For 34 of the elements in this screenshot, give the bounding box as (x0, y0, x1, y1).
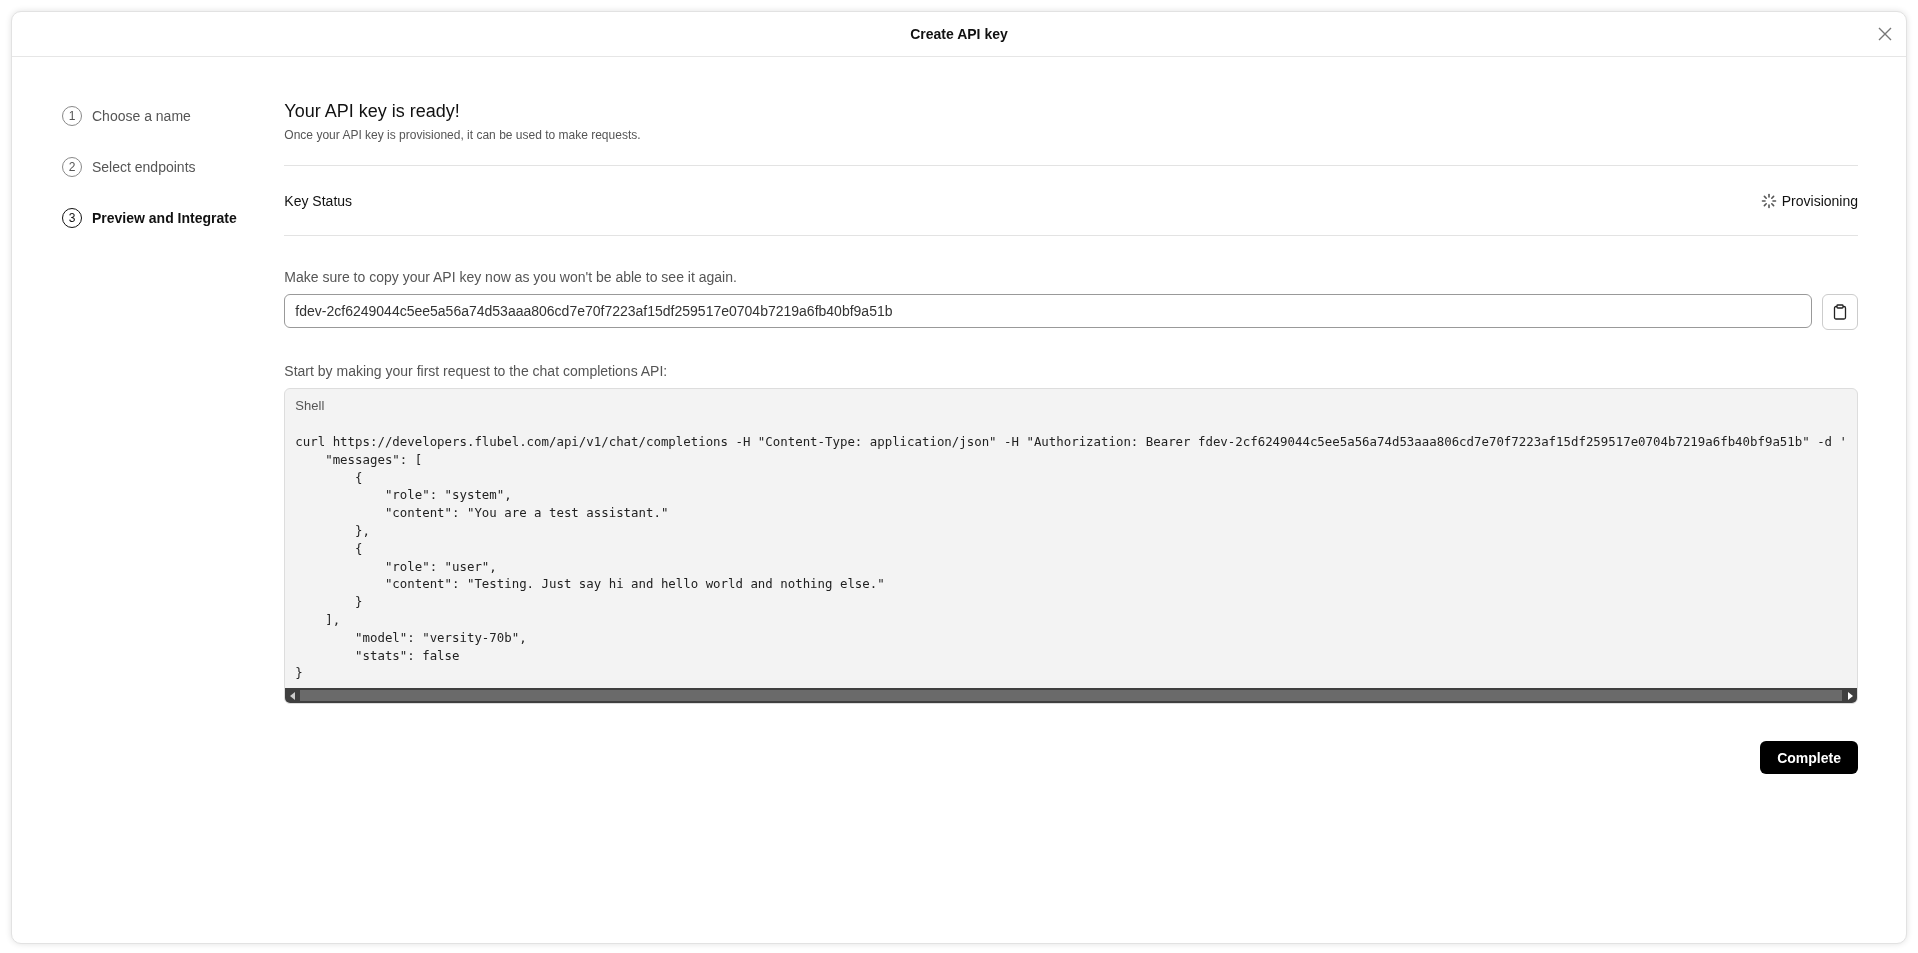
clipboard-icon[interactable] (1822, 294, 1858, 330)
step-label: Select endpoints (92, 159, 196, 175)
code-line: "model": "versity-70b", (354, 628, 528, 647)
code-line: } (295, 664, 304, 683)
code-line: "content": "You are a test assistant." (383, 504, 670, 522)
step-item[interactable]: 2 Select endpoints (62, 157, 285, 177)
horizontal-scrollbar[interactable] (285, 688, 1857, 704)
code-language: Shell (294, 397, 326, 413)
code-line: "role": "user", (383, 557, 498, 576)
key-field-label: Make sure to copy your API key now as you won't be able to see it again. (284, 269, 738, 285)
code-section-label: Start by making your first request to the chat completions API: (284, 363, 669, 379)
code-line: "role": "system", (383, 486, 513, 505)
code-line: "content": "Testing. Just say hi and hello world and nothing else." (383, 575, 886, 594)
api-key-field[interactable]: fdev-2cf6249044c5ee5a56a74d53aaa806cd7e70f7223af15df259517e0704b7219a6fb40bf9a51b (284, 294, 1812, 328)
key-status-label: Key Status (284, 192, 353, 209)
dialog-title: Create API key (910, 26, 1008, 42)
close-icon[interactable] (1876, 25, 1894, 43)
code-line: curl https://developers.flubel.com/api/v1/chat/completions -H "Content-Type: application/json" -H "Authorization: Bearer fdev-2cf6249044c5ee5a56a74d53aaa806cd7e70f7223af15df259517e0704b7219a6fb40bf9a51b" -d ' (295, 433, 1847, 451)
heading: Your API key is ready! (284, 101, 461, 122)
key-status-value: Provisioning (1781, 192, 1858, 209)
code-line: { (354, 468, 364, 487)
spinner-icon (1760, 192, 1777, 209)
code-line: }, (354, 522, 371, 540)
subheading: Once your API key is provisioned, it can be used to make requests. (284, 128, 642, 142)
step-item[interactable]: 1 Choose a name (62, 106, 285, 126)
step-label: Preview and Integrate (92, 210, 237, 226)
code-line: "stats": false (354, 646, 461, 665)
code-line: ], (324, 610, 342, 629)
code-line: "messages": [ (324, 450, 424, 469)
step-label: Choose a name (92, 108, 191, 124)
code-line: { (354, 539, 364, 558)
complete-button[interactable]: Complete (1760, 741, 1858, 775)
step-item[interactable]: 3 Preview and Integrate (62, 208, 285, 228)
code-line: } (354, 593, 364, 611)
